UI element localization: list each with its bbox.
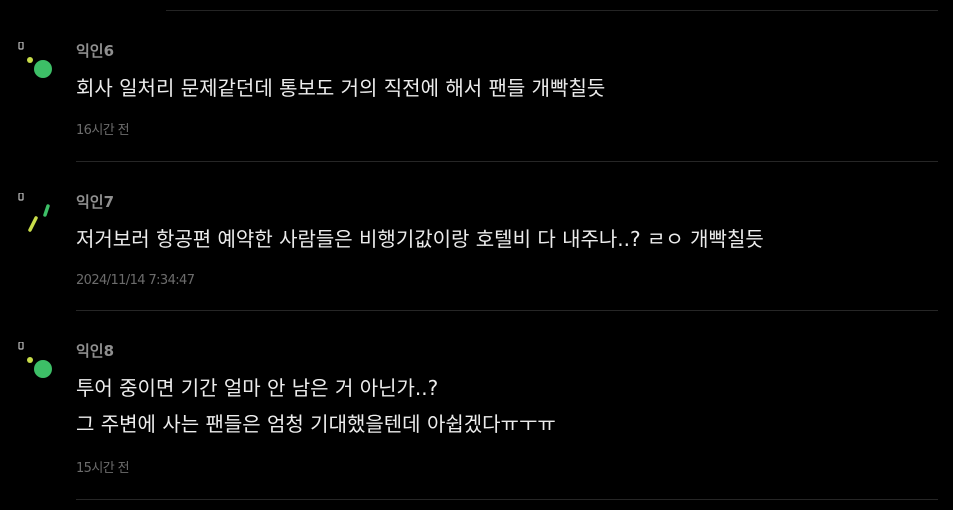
comment-body: 투어 중이면 기간 얼마 안 남은 거 아닌가..? 그 주변에 사는 팬들은 … xyxy=(76,370,556,442)
dots-and-green-circle-icon xyxy=(14,341,62,386)
comment-timestamp: 2024/11/14 7:34:47 xyxy=(76,273,195,288)
comment-divider xyxy=(76,310,938,311)
comment-author[interactable]: 익인7 xyxy=(76,193,114,211)
yellow-green-slashes-icon xyxy=(14,192,62,237)
comment-author[interactable]: 익인6 xyxy=(76,42,114,60)
comment-text-line: 회사 일처리 문제같던데 통보도 거의 직전에 해서 팬들 개빡칠듯 xyxy=(76,76,606,100)
dots-and-green-circle-icon xyxy=(14,41,62,86)
comment-divider xyxy=(76,161,938,162)
comment-divider xyxy=(76,499,938,500)
comment-text-line: 저거보러 항공편 예약한 사람들은 비행기값이랑 호텔비 다 내주나..? ㄹㅇ… xyxy=(76,227,764,251)
top-divider xyxy=(166,10,938,11)
comment-body: 저거보러 항공편 예약한 사람들은 비행기값이랑 호텔비 다 내주나..? ㄹㅇ… xyxy=(76,221,764,257)
comment-timestamp: 16시간 전 xyxy=(76,123,130,138)
comment-text-line: 투어 중이면 기간 얼마 안 남은 거 아닌가..? xyxy=(76,376,439,400)
comment-text-line: 그 주변에 사는 팬들은 엄청 기대했을텐데 아쉽겠다ㅠㅜㅠ xyxy=(76,412,556,436)
comment-author[interactable]: 익인8 xyxy=(76,342,114,360)
comment-body: 회사 일처리 문제같던데 통보도 거의 직전에 해서 팬들 개빡칠듯 xyxy=(76,70,605,106)
comment-timestamp: 15시간 전 xyxy=(76,461,130,476)
